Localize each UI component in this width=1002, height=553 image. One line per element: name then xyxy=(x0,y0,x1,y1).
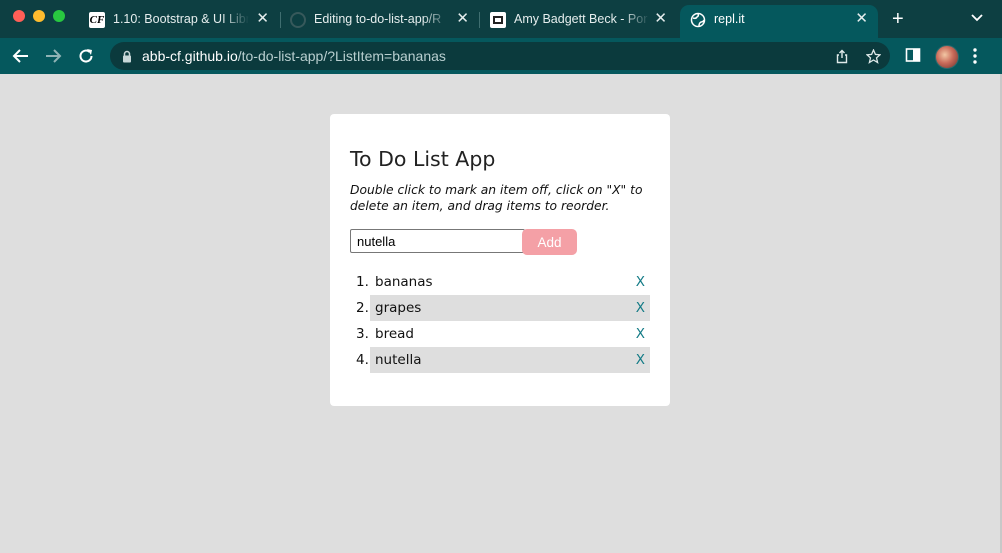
item-text: nutella xyxy=(375,352,422,368)
globe-icon xyxy=(690,12,706,28)
tab-title: Editing to-do-list-app/R xyxy=(314,12,442,26)
bookmark-star-icon[interactable] xyxy=(865,48,882,69)
tab-title: Amy Badgett Beck - Por xyxy=(514,12,648,26)
tab-title: 1.10: Bootstrap & UI Libr xyxy=(113,12,249,26)
url-host: abb-cf.github.io xyxy=(142,48,238,64)
tab-title: repl.it xyxy=(714,12,745,26)
item-text: bananas xyxy=(375,274,433,290)
chevron-down-icon[interactable] xyxy=(970,11,984,30)
new-item-input[interactable] xyxy=(350,229,525,253)
todo-list: 1. bananas X 2. grapes X 3. bread X 4. n… xyxy=(350,269,650,373)
todo-app-card: To Do List App Double click to mark an i… xyxy=(330,114,670,406)
kebab-menu-icon[interactable] xyxy=(972,47,978,70)
address-bar[interactable]: abb-cf.github.io/to-do-list-app/?ListIte… xyxy=(110,42,890,70)
side-panel-icon[interactable] xyxy=(905,47,921,68)
tab-strip: CF 1.10: Bootstrap & UI Libr ✕ Editing t… xyxy=(0,0,1002,38)
list-item[interactable]: 1. bananas X xyxy=(350,269,650,295)
share-icon[interactable] xyxy=(835,49,849,69)
maximize-window-button[interactable] xyxy=(53,10,65,22)
close-tab-icon[interactable]: ✕ xyxy=(654,11,667,27)
back-arrow-icon[interactable] xyxy=(12,47,30,65)
delete-item-button[interactable]: X xyxy=(636,352,645,368)
url-text[interactable]: abb-cf.github.io/to-do-list-app/?ListIte… xyxy=(142,48,446,64)
new-tab-button[interactable]: + xyxy=(892,9,904,29)
github-icon xyxy=(290,12,306,28)
careerfoundry-icon: CF xyxy=(89,12,105,28)
item-body[interactable]: bread X xyxy=(370,321,650,347)
item-body[interactable]: grapes X xyxy=(370,295,650,321)
list-item[interactable]: 3. bread X xyxy=(350,321,650,347)
close-window-button[interactable] xyxy=(13,10,25,22)
item-number: 2. xyxy=(356,300,369,316)
close-tab-icon[interactable]: ✕ xyxy=(855,11,868,27)
item-number: 3. xyxy=(356,326,369,342)
tab-github-editing[interactable]: Editing to-do-list-app/R ✕ xyxy=(280,5,479,35)
lock-icon[interactable] xyxy=(122,50,132,68)
url-path: /to-do-list-app/?ListItem=bananas xyxy=(237,48,446,64)
browser-toolbar: abb-cf.github.io/to-do-list-app/?ListIte… xyxy=(0,38,1002,74)
close-tab-icon[interactable]: ✕ xyxy=(456,11,469,27)
item-body[interactable]: bananas X xyxy=(370,269,650,295)
tab-portfolio[interactable]: Amy Badgett Beck - Por ✕ xyxy=(480,5,677,35)
item-number: 4. xyxy=(356,352,369,368)
profile-avatar[interactable] xyxy=(935,45,959,69)
instructions-text: Double click to mark an item off, click … xyxy=(350,183,643,213)
add-button[interactable]: Add xyxy=(522,229,577,255)
item-body[interactable]: nutella X xyxy=(370,347,650,373)
delete-item-button[interactable]: X xyxy=(636,300,645,316)
list-item[interactable]: 4. nutella X xyxy=(350,347,650,373)
tab-bootstrap[interactable]: CF 1.10: Bootstrap & UI Libr ✕ xyxy=(79,5,279,35)
delete-item-button[interactable]: X xyxy=(636,326,645,342)
item-text: grapes xyxy=(375,300,422,316)
minimize-window-button[interactable] xyxy=(33,10,45,22)
app-title: To Do List App xyxy=(350,147,496,171)
delete-item-button[interactable]: X xyxy=(636,274,645,290)
reload-icon[interactable] xyxy=(77,47,95,65)
portfolio-icon xyxy=(490,12,506,28)
tab-replit[interactable]: repl.it ✕ xyxy=(680,5,878,38)
close-tab-icon[interactable]: ✕ xyxy=(256,11,269,27)
forward-arrow-icon[interactable] xyxy=(44,47,62,65)
item-number: 1. xyxy=(356,274,369,290)
item-text: bread xyxy=(375,326,414,342)
list-item[interactable]: 2. grapes X xyxy=(350,295,650,321)
